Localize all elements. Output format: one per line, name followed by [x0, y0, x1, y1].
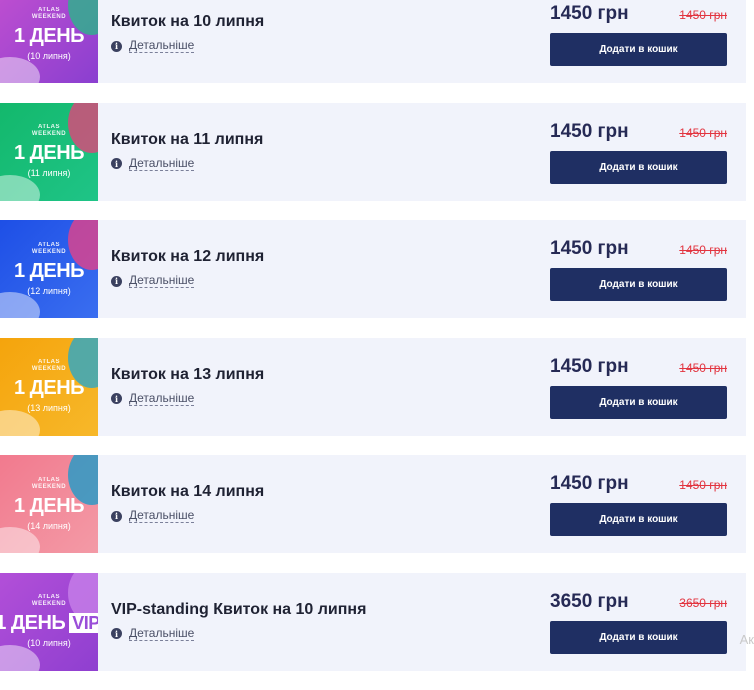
day-badge: 1 ДЕНЬ	[13, 377, 85, 399]
prices: 1450 грн 1450 грн	[550, 473, 727, 499]
day-date: (13 липня)	[27, 403, 71, 413]
info-icon: i	[111, 158, 122, 169]
day-date: (11 липня)	[27, 168, 71, 178]
ticket-card: ATLAS WEEKEND 1 ДЕНЬ (12 липня) Квиток н…	[0, 220, 746, 318]
day-label: 1 ДЕНЬ	[13, 142, 85, 164]
prices: 1450 грн 1450 грн	[550, 3, 727, 29]
day-badge: 1 ДЕНЬ	[13, 494, 85, 517]
price-block: 1450 грн 1450 грн Додати в кошик	[550, 3, 727, 66]
day-badge: 1 ДЕНЬ	[13, 24, 85, 47]
day-label: 1 ДЕНЬ	[13, 259, 85, 282]
prices: 1450 грн 1450 грн	[550, 121, 727, 147]
info-icon: i	[111, 275, 122, 287]
old-price: 1450 грн	[679, 125, 727, 140]
cut-off-text: Ак	[739, 632, 754, 647]
current-price: 1450 грн	[550, 238, 629, 259]
old-price: 1450 грн	[679, 8, 727, 22]
add-to-cart-button[interactable]: Додати в кошик	[550, 385, 727, 419]
price-block: 3650 грн 3650 грн Додати в кошик	[550, 591, 727, 654]
prices: 1450 грн 1450 грн	[550, 356, 727, 382]
price-block: 1450 грн 1450 грн Додати в кошик	[550, 238, 727, 301]
brand-logo: ATLAS WEEKEND	[31, 241, 67, 255]
details-link[interactable]: Детальніше	[129, 626, 195, 641]
day-label: 1 ДЕНЬ	[13, 377, 85, 399]
add-to-cart-button[interactable]: Додати в кошик	[550, 33, 727, 66]
current-price: 1450 грн	[550, 3, 629, 24]
day-date: (10 липня)	[27, 638, 71, 648]
day-label: 1 ДЕНЬ	[13, 494, 85, 517]
day-badge: 1 ДЕНЬ	[13, 142, 85, 164]
add-to-cart-button[interactable]: Додати в кошик	[550, 503, 727, 536]
info-icon: i	[111, 40, 122, 52]
old-price: 1450 грн	[679, 360, 727, 375]
details-link[interactable]: Детальніше	[129, 391, 195, 406]
old-price: 3650 грн	[679, 595, 727, 610]
ticket-thumbnail[interactable]: ATLAS WEEKEND 1 ДЕНЬ (12 липня)	[0, 220, 98, 318]
current-price: 1450 грн	[550, 355, 629, 377]
current-price: 1450 грн	[550, 120, 629, 142]
details-link[interactable]: Детальніше	[129, 39, 195, 53]
info-icon: i	[111, 628, 122, 639]
day-label: 1 ДЕНЬ	[13, 24, 85, 47]
ticket-thumbnail[interactable]: ATLAS WEEKEND 1 ДЕНЬ (14 липня)	[0, 455, 98, 553]
info-icon: i	[111, 510, 122, 522]
current-price: 1450 грн	[550, 473, 629, 494]
day-date: (12 липня)	[27, 285, 71, 296]
brand-logo: ATLAS WEEKEND	[31, 124, 67, 137]
day-label: 1 ДЕНЬ	[0, 612, 66, 634]
price-block: 1450 грн 1450 грн Додати в кошик	[550, 356, 727, 419]
ticket-card: ATLAS WEEKEND 1 ДЕНЬ VIP (10 липня) VIP-s…	[0, 572, 746, 671]
ticket-list: ATLAS WEEKEND 1 ДЕНЬ (10 липня) Квиток н…	[0, 0, 746, 690]
ticket-thumbnail[interactable]: ATLAS WEEKEND 1 ДЕНЬ (10 липня)	[0, 0, 98, 83]
prices: 1450 грн 1450 грн	[550, 238, 727, 264]
ticket-thumbnail[interactable]: ATLAS WEEKEND 1 ДЕНЬ VIP (10 липня)	[0, 572, 98, 671]
brand-logo: ATLAS WEEKEND	[31, 476, 67, 490]
brand-logo: ATLAS WEEKEND	[31, 359, 67, 372]
day-badge: 1 ДЕНЬ	[13, 259, 85, 282]
current-price: 3650 грн	[550, 590, 629, 612]
day-date: (14 липня)	[27, 520, 71, 531]
add-to-cart-button[interactable]: Додати в кошик	[550, 620, 727, 654]
ticket-card: ATLAS WEEKEND 1 ДЕНЬ (14 липня) Квиток н…	[0, 455, 746, 553]
ticket-card: ATLAS WEEKEND 1 ДЕНЬ (13 липня) Квиток н…	[0, 337, 746, 436]
ticket-thumbnail[interactable]: ATLAS WEEKEND 1 ДЕНЬ (11 липня)	[0, 102, 98, 201]
add-to-cart-button[interactable]: Додати в кошик	[550, 268, 727, 301]
prices: 3650 грн 3650 грн	[550, 591, 727, 617]
info-icon: i	[111, 393, 122, 404]
ticket-thumbnail[interactable]: ATLAS WEEKEND 1 ДЕНЬ (13 липня)	[0, 337, 98, 436]
details-link[interactable]: Детальніше	[129, 156, 195, 171]
day-date: (10 липня)	[27, 50, 71, 61]
old-price: 1450 грн	[679, 243, 727, 257]
details-link[interactable]: Детальніше	[129, 274, 195, 288]
vip-badge: VIP	[69, 613, 98, 633]
details-link[interactable]: Детальніше	[129, 509, 195, 523]
ticket-card: ATLAS WEEKEND 1 ДЕНЬ (11 липня) Квиток н…	[0, 102, 746, 201]
old-price: 1450 грн	[679, 478, 727, 492]
price-block: 1450 грн 1450 грн Додати в кошик	[550, 473, 727, 536]
ticket-card: ATLAS WEEKEND 1 ДЕНЬ (10 липня) Квиток н…	[0, 0, 746, 83]
brand-logo: ATLAS WEEKEND	[31, 594, 67, 607]
brand-logo: ATLAS WEEKEND	[31, 6, 67, 20]
day-badge: 1 ДЕНЬ VIP	[0, 612, 98, 634]
price-block: 1450 грн 1450 грн Додати в кошик	[550, 121, 727, 184]
add-to-cart-button[interactable]: Додати в кошик	[550, 150, 727, 184]
